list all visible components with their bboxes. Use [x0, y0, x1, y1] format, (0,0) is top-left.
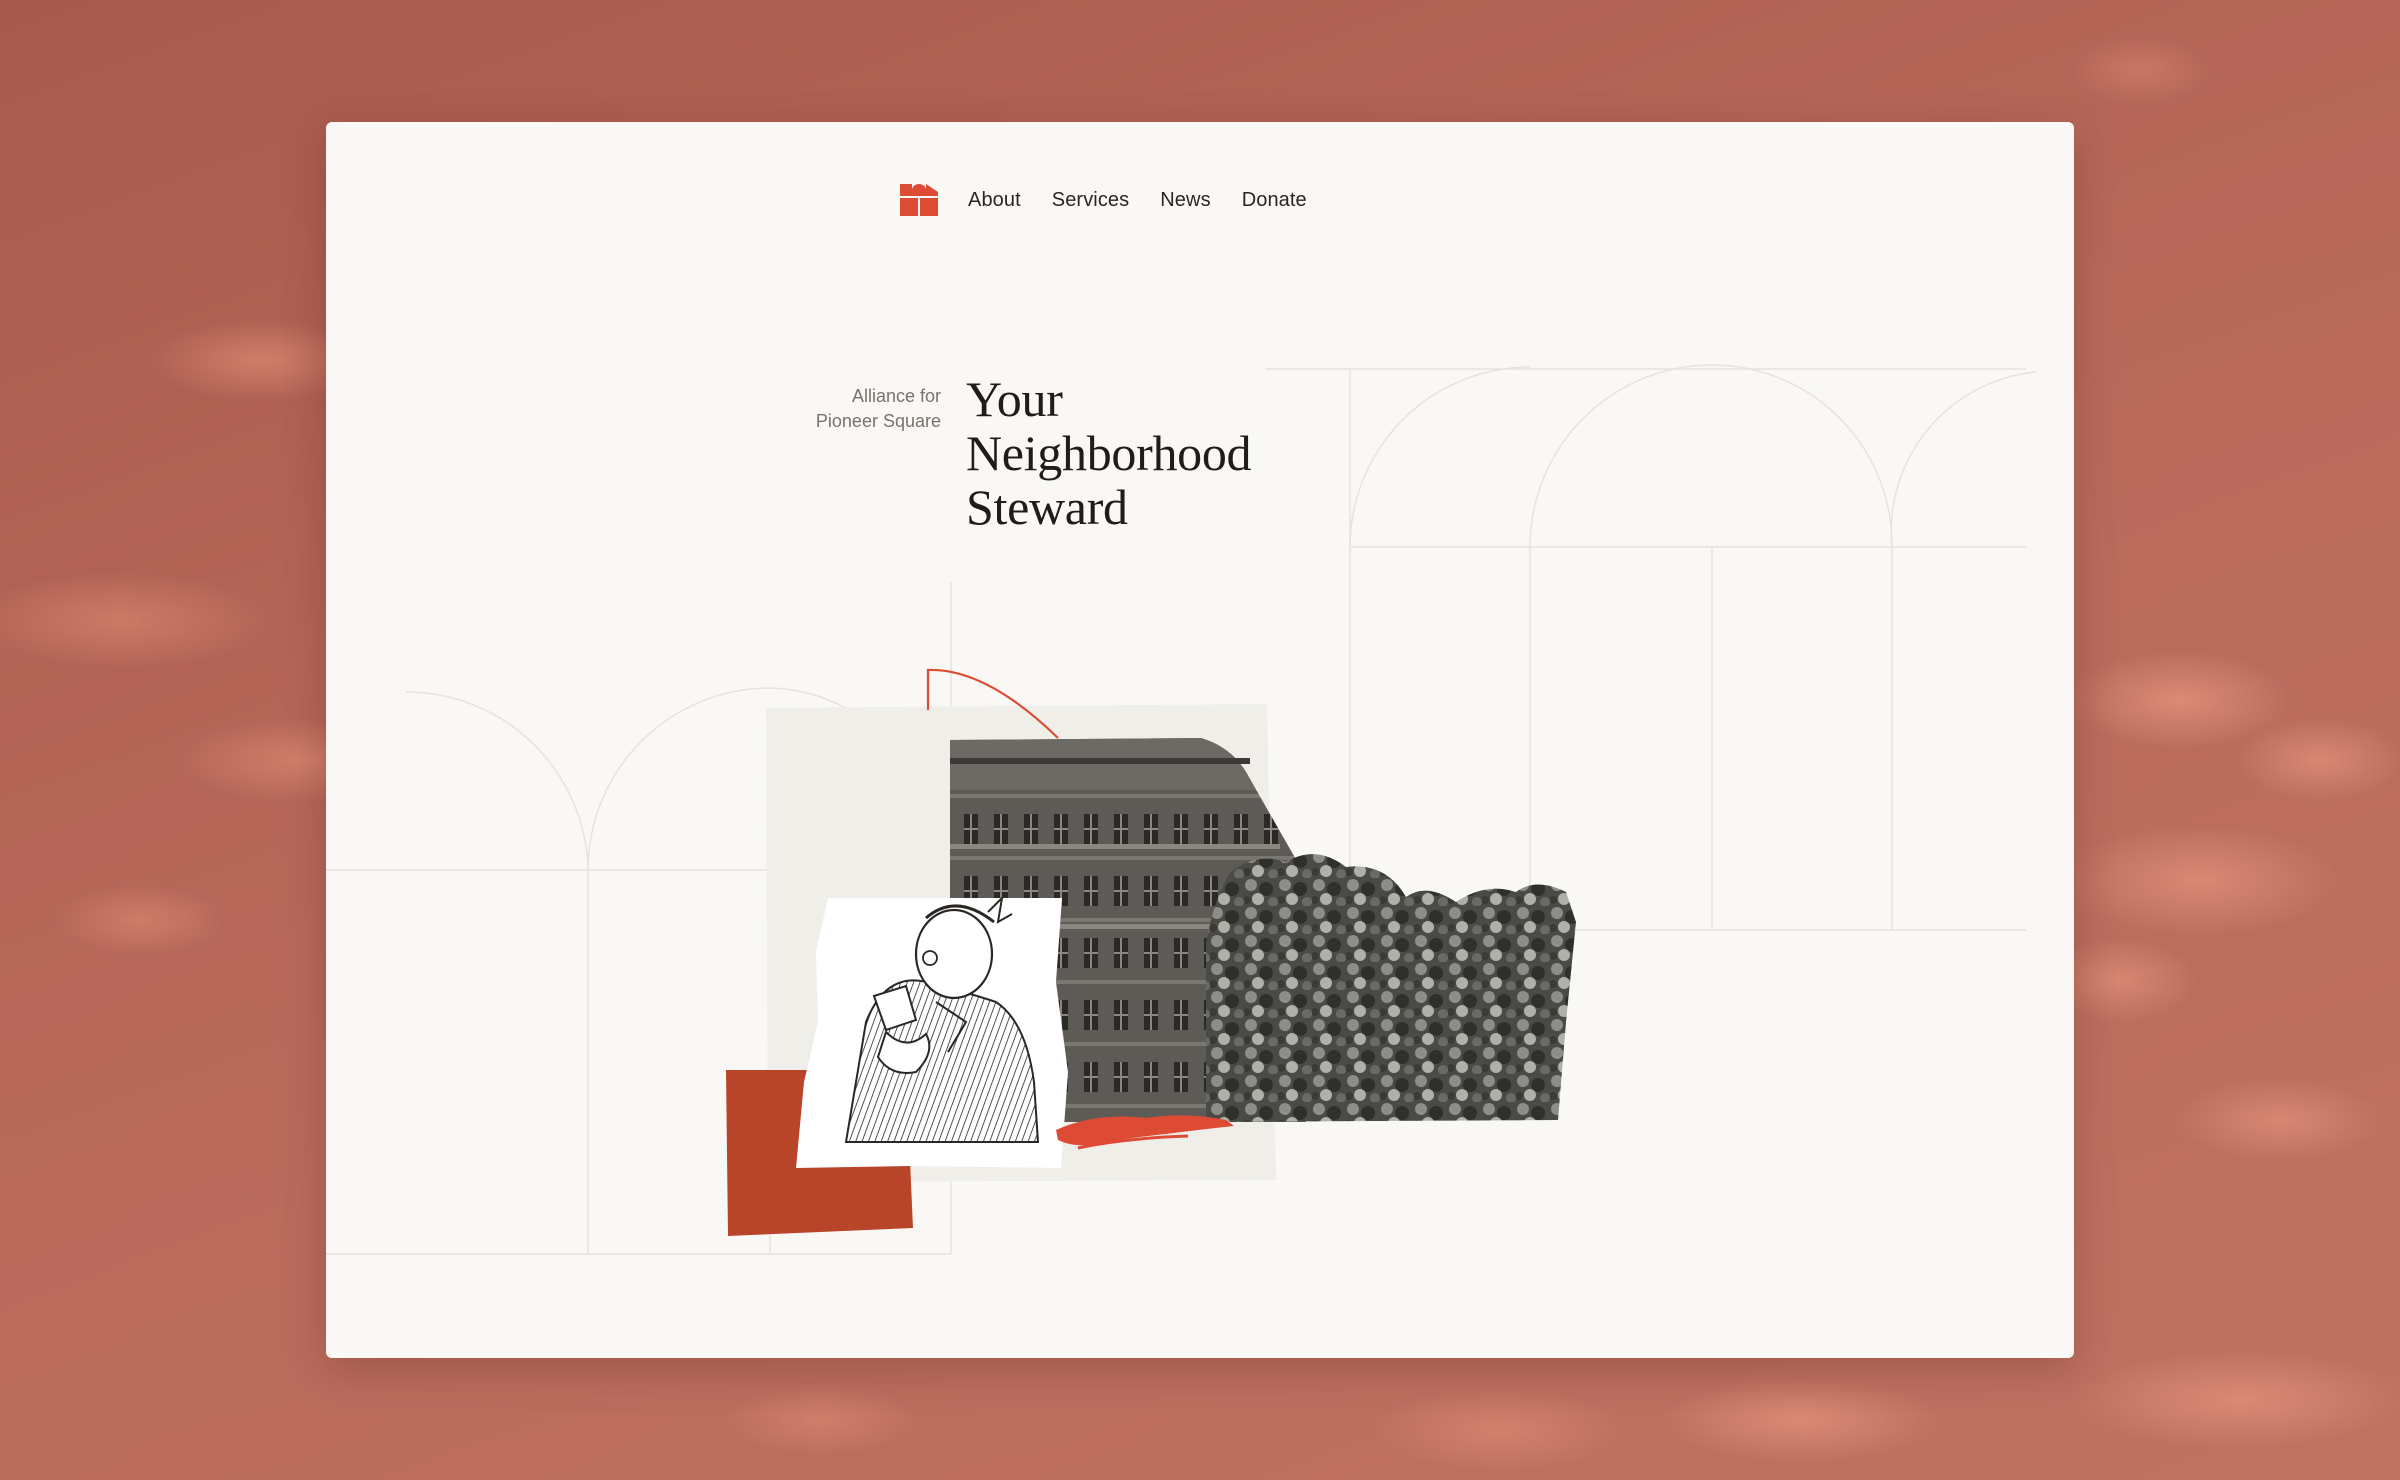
trees-photo — [1206, 854, 1576, 1122]
website-window: About Services News Donate Alliance for … — [326, 122, 2074, 1358]
hero-collage — [726, 668, 1576, 1236]
man-reading-illustration — [796, 895, 1068, 1168]
